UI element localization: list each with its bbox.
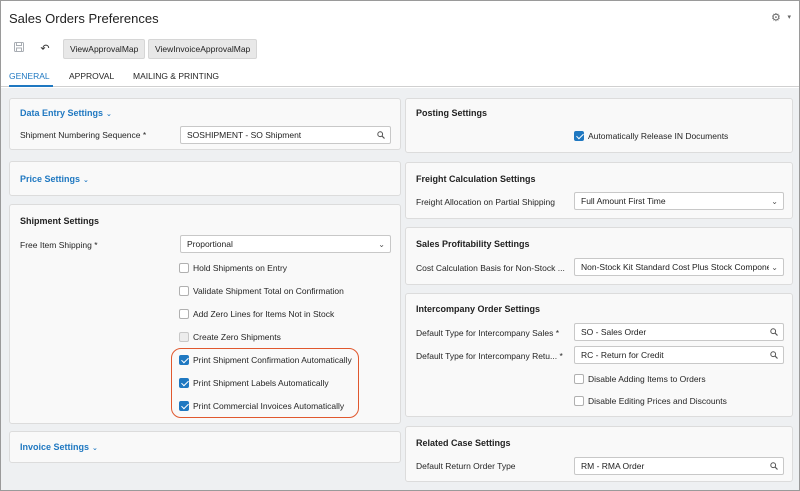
page-title: Sales Orders Preferences	[9, 11, 159, 26]
auto-release-checkbox[interactable]	[574, 131, 584, 141]
required-mark: *	[142, 130, 147, 140]
chevron-down-icon[interactable]: ▾	[787, 13, 791, 21]
chevron-down-icon: ⌄	[769, 260, 778, 275]
cost-basis-label: Cost Calculation Basis for Non-Stock ...	[416, 263, 565, 273]
data-entry-title: Data Entry Settings	[20, 108, 104, 118]
validate-shipment-total-label: Validate Shipment Total on Confirmation	[193, 286, 344, 296]
free-item-shipping-label: Free Item Shipping *	[20, 240, 98, 250]
intercompany-return-input[interactable]: RC - Return for Credit	[574, 346, 784, 364]
data-entry-panel: Data Entry Settings ⌄ Shipment Numbering …	[9, 98, 401, 150]
tab-mailing-printing[interactable]: MAILING & PRINTING	[133, 71, 219, 81]
tab-general[interactable]: GENERAL	[9, 71, 50, 81]
posting-panel: Posting Settings Automatically Release I…	[405, 98, 793, 153]
view-invoice-approval-map-button[interactable]: ViewInvoiceApprovalMap	[148, 39, 258, 59]
tab-approval[interactable]: APPROVAL	[69, 71, 114, 81]
disable-editing-prices-checkbox[interactable]	[574, 396, 584, 406]
intercompany-panel: Intercompany Order Settings Default Type…	[405, 293, 793, 417]
chevron-down-icon: ⌄	[92, 445, 98, 452]
undo-icon[interactable]: ↶	[37, 41, 53, 57]
create-zero-shipments-checkbox[interactable]	[179, 332, 189, 342]
freight-allocation-label: Freight Allocation on Partial Shipping	[416, 197, 555, 207]
add-zero-lines-checkbox[interactable]	[179, 309, 189, 319]
price-title: Price Settings	[20, 174, 81, 184]
chevron-down-icon: ⌄	[83, 177, 89, 184]
freight-panel: Freight Calculation Settings Freight All…	[405, 162, 793, 219]
hold-shipments-checkbox[interactable]	[179, 263, 189, 273]
related-case-panel: Related Case Settings Default Return Ord…	[405, 426, 793, 482]
data-entry-section-header[interactable]: Data Entry Settings ⌄	[20, 108, 112, 118]
invoice-section-header[interactable]: Invoice Settings ⌄	[20, 442, 98, 452]
chevron-down-icon: ⌄	[771, 197, 778, 206]
add-zero-lines-label: Add Zero Lines for Items Not in Stock	[193, 309, 335, 319]
search-icon[interactable]	[377, 127, 385, 143]
return-order-type-input[interactable]: RM - RMA Order	[574, 457, 784, 475]
highlight-outline	[171, 348, 359, 418]
required-mark: *	[559, 351, 563, 361]
disable-adding-items-checkbox[interactable]	[574, 374, 584, 384]
intercompany-sales-input[interactable]: SO - Sales Order	[574, 323, 784, 341]
shipment-section-title: Shipment Settings	[20, 216, 100, 226]
search-icon[interactable]	[770, 347, 778, 363]
price-panel: Price Settings ⌄	[9, 161, 401, 196]
intercompany-return-label: Default Type for Intercompany Retu... *	[416, 351, 563, 361]
shipment-numbering-label: Shipment Numbering Sequence *	[20, 130, 147, 140]
return-order-type-label: Default Return Order Type	[416, 461, 516, 471]
tab-bar: GENERAL APPROVAL MAILING & PRINTING	[1, 65, 799, 87]
price-section-header[interactable]: Price Settings ⌄	[20, 174, 89, 184]
profitability-section-title: Sales Profitability Settings	[416, 239, 530, 249]
posting-section-title: Posting Settings	[416, 108, 488, 118]
view-approval-map-button[interactable]: ViewApprovalMap	[63, 39, 146, 59]
required-mark: *	[555, 328, 560, 338]
freight-section-title: Freight Calculation Settings	[416, 174, 536, 184]
search-icon[interactable]	[770, 324, 778, 340]
intercompany-sales-label: Default Type for Intercompany Sales *	[416, 328, 560, 338]
profitability-panel: Sales Profitability Settings Cost Calcul…	[405, 227, 793, 285]
invoice-title: Invoice Settings	[20, 442, 90, 452]
disable-adding-items-label: Disable Adding Items to Orders	[588, 374, 706, 384]
title-bar: Sales Orders Preferences ⚙ ▾	[1, 1, 799, 37]
shipment-numbering-input[interactable]: SOSHIPMENT - SO Shipment	[180, 126, 391, 144]
free-item-shipping-select[interactable]: Proportional ⌄	[180, 235, 391, 253]
search-icon[interactable]	[770, 458, 778, 474]
create-zero-shipments-label: Create Zero Shipments	[193, 332, 281, 342]
invoice-panel: Invoice Settings ⌄	[9, 431, 401, 463]
auto-release-label: Automatically Release IN Documents	[588, 131, 729, 141]
freight-allocation-select[interactable]: Full Amount First Time ⌄	[574, 192, 784, 210]
related-case-section-title: Related Case Settings	[416, 438, 511, 448]
hold-shipments-label: Hold Shipments on Entry	[193, 263, 288, 273]
intercompany-section-title: Intercompany Order Settings	[416, 304, 541, 314]
save-icon[interactable]	[11, 41, 27, 57]
gear-icon[interactable]: ⚙	[771, 12, 783, 24]
chevron-down-icon: ⌄	[378, 240, 385, 249]
required-mark: *	[94, 240, 98, 250]
validate-shipment-total-checkbox[interactable]	[179, 286, 189, 296]
active-tab-indicator	[9, 85, 53, 87]
disable-editing-prices-label: Disable Editing Prices and Discounts	[588, 396, 727, 406]
cost-basis-select[interactable]: Non-Stock Kit Standard Cost Plus Stock C…	[574, 258, 784, 276]
chevron-down-icon: ⌄	[106, 111, 112, 118]
